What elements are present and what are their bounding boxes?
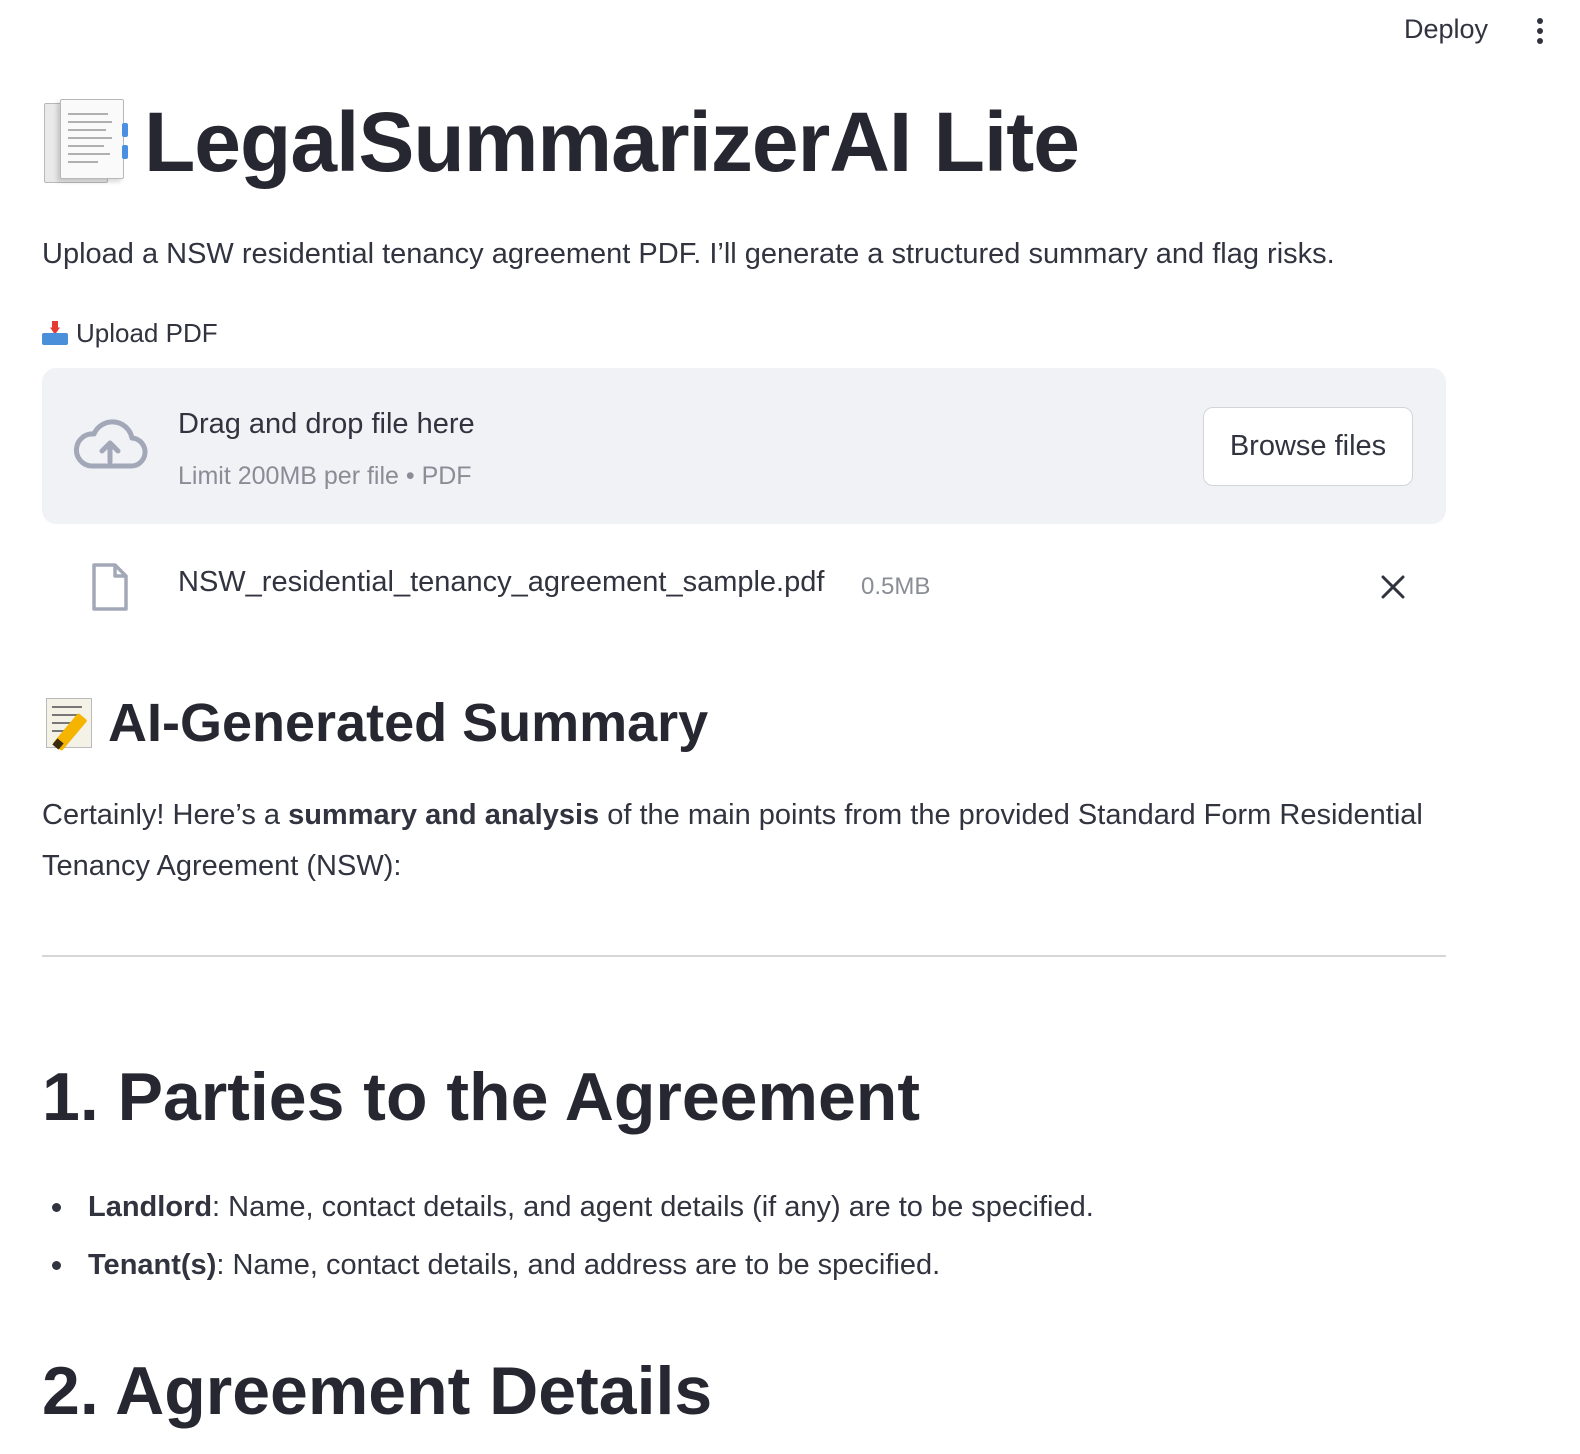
- intro-text: Certainly! Here’s a: [42, 799, 289, 831]
- inbox-tray-icon: [42, 320, 68, 347]
- cloud-upload-icon: [74, 419, 148, 469]
- intro-bold-text: summary and analysis: [288, 799, 600, 831]
- list-item: Tenant(s): Name, contact details, and ad…: [42, 1236, 1446, 1294]
- dropzone-title: Drag and drop file here: [178, 408, 475, 440]
- section-heading: 2. Agreement Details: [42, 1353, 713, 1429]
- summary-title: AI-Generated Summary: [108, 693, 709, 753]
- file-dropzone[interactable]: Drag and drop file here Limit 200MB per …: [42, 368, 1446, 524]
- summary-intro: Certainly! Here’s a summary and analysis…: [42, 790, 1446, 892]
- browse-files-button[interactable]: Browse files: [1203, 407, 1413, 486]
- dropzone-hint: Limit 200MB per file • PDF: [178, 462, 472, 490]
- page-title: LegalSummarizerAI Lite: [144, 95, 1080, 189]
- list-item-term: Landlord: [88, 1191, 213, 1223]
- deploy-button[interactable]: Deploy: [1404, 14, 1488, 45]
- uploader-label: Upload PDF: [42, 318, 218, 349]
- horizontal-rule: [42, 955, 1446, 957]
- file-name: NSW_residential_tenancy_agreement_sample…: [178, 566, 825, 598]
- page-facing-up-icon: [42, 97, 132, 187]
- top-toolbar: Deploy: [0, 0, 1580, 64]
- file-size: 0.5MB: [861, 573, 931, 600]
- list-item: Landlord: Name, contact details, and age…: [42, 1178, 1446, 1236]
- kebab-menu-icon[interactable]: [1533, 18, 1547, 48]
- list-item-text: : Name, contact details, and address are…: [216, 1249, 941, 1281]
- memo-icon: [42, 694, 98, 752]
- section-heading: 1. Parties to the Agreement: [42, 1059, 920, 1135]
- parties-list: Landlord: Name, contact details, and age…: [42, 1178, 1446, 1294]
- uploader-label-text: Upload PDF: [76, 318, 218, 348]
- page-subtitle: Upload a NSW residential tenancy agreeme…: [42, 238, 1335, 270]
- summary-header: AI-Generated Summary: [42, 692, 708, 754]
- page-header: LegalSummarizerAI Lite: [42, 92, 1080, 192]
- close-icon[interactable]: [1378, 572, 1408, 602]
- list-item-term: Tenant(s): [88, 1249, 217, 1281]
- list-item-text: : Name, contact details, and agent detai…: [212, 1191, 1094, 1223]
- uploaded-file-item: NSW_residential_tenancy_agreement_sample…: [42, 560, 1446, 616]
- file-icon: [92, 563, 128, 611]
